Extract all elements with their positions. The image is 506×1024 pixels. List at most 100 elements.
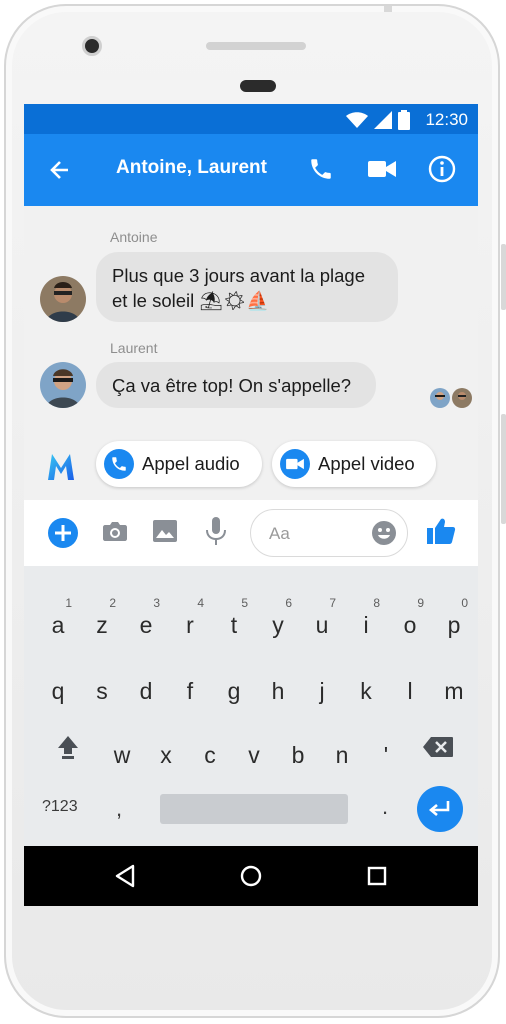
key-c[interactable]: c — [190, 730, 230, 782]
audio-call-suggestion[interactable]: Appel audio — [96, 441, 262, 487]
key-x[interactable]: x — [146, 730, 186, 782]
backspace-icon[interactable] — [422, 736, 454, 758]
key-j[interactable]: j — [302, 666, 342, 718]
chip-label: Appel video — [318, 453, 415, 474]
keyboard: 1a2z3e4r5t6y7u8i9o0p qsdfghjklm w x c v b n ' … — [24, 566, 478, 846]
key-d[interactable]: d — [126, 666, 166, 718]
key-letter: j — [319, 678, 325, 704]
composer-bar: Aa — [24, 500, 478, 566]
key-letter: u — [315, 612, 329, 638]
emoji-icon[interactable] — [371, 520, 397, 546]
enter-key[interactable] — [417, 786, 463, 832]
key-y[interactable]: 6y — [258, 596, 298, 652]
period-key[interactable]: . — [382, 794, 388, 820]
key-letter: e — [139, 612, 153, 638]
ear-piece — [240, 80, 276, 92]
emoji-beach-sun-boat: ⛱☀⛵ — [199, 290, 270, 311]
key-apostrophe[interactable]: ' — [366, 730, 406, 782]
key-letter: i — [363, 612, 369, 638]
key-i[interactable]: 8i — [346, 596, 386, 652]
key-e[interactable]: 3e — [126, 596, 166, 652]
key-b[interactable]: b — [278, 730, 318, 782]
avatar[interactable] — [40, 362, 86, 408]
nav-back-icon[interactable] — [114, 864, 136, 888]
key-m[interactable]: m — [434, 666, 474, 718]
conversation-title[interactable]: Antoine, Laurent — [116, 157, 267, 179]
key-r[interactable]: 4r — [170, 596, 210, 652]
signal-icon — [374, 111, 392, 129]
key-letter: ' — [383, 742, 389, 768]
video-call-suggestion[interactable]: Appel video — [272, 441, 436, 487]
message-line: et le soleil ⛱☀⛵ — [112, 290, 270, 311]
key-n[interactable]: n — [322, 730, 362, 782]
comma-key[interactable]: , — [116, 796, 122, 822]
status-icons — [346, 110, 410, 130]
chip-label: Appel audio — [142, 453, 240, 474]
message-bubble[interactable]: Plus que 3 jours avant la plage et le so… — [96, 252, 398, 322]
phone-call-icon[interactable] — [308, 156, 334, 182]
video-call-icon[interactable] — [368, 158, 396, 180]
back-arrow-icon[interactable] — [48, 158, 72, 182]
avatar[interactable] — [40, 276, 86, 322]
key-letter: c — [204, 742, 216, 768]
camera-icon[interactable] — [102, 519, 128, 543]
key-k[interactable]: k — [346, 666, 386, 718]
key-number-hint: 1 — [65, 596, 72, 610]
enter-icon — [428, 801, 450, 816]
key-letter: h — [271, 678, 285, 704]
shift-icon[interactable] — [56, 734, 80, 760]
m-assistant-icon[interactable] — [46, 452, 76, 482]
key-number-hint: 2 — [109, 596, 116, 610]
top-button — [384, 6, 392, 12]
key-w[interactable]: w — [102, 730, 142, 782]
key-number-hint: 7 — [329, 596, 336, 610]
status-time: 12:30 — [425, 110, 468, 129]
battery-icon — [398, 110, 410, 130]
key-z[interactable]: 2z — [82, 596, 122, 652]
key-letter: d — [139, 678, 153, 704]
key-l[interactable]: l — [390, 666, 430, 718]
message-text: Ça va être top! On s'appelle? — [112, 375, 352, 396]
key-q[interactable]: q — [38, 666, 78, 718]
key-h[interactable]: h — [258, 666, 298, 718]
message-input[interactable]: Aa — [250, 509, 408, 557]
key-t[interactable]: 5t — [214, 596, 254, 652]
system-nav-bar — [24, 846, 478, 906]
key-letter: z — [96, 612, 108, 638]
key-v[interactable]: v — [234, 730, 274, 782]
key-u[interactable]: 7u — [302, 596, 342, 652]
nav-home-icon[interactable] — [240, 865, 262, 887]
input-placeholder: Aa — [269, 524, 290, 543]
thumbs-up-icon[interactable] — [426, 516, 456, 546]
key-letter: l — [407, 678, 413, 704]
space-bar[interactable] — [160, 794, 348, 824]
key-number-hint: 8 — [373, 596, 380, 610]
seen-avatar — [452, 388, 472, 408]
nav-recent-icon[interactable] — [367, 866, 387, 886]
key-letter: s — [96, 678, 108, 704]
message-line: Plus que 3 jours avant la plage — [112, 265, 366, 286]
key-s[interactable]: s — [82, 666, 122, 718]
conversation-header: Antoine, Laurent — [24, 134, 478, 206]
key-p[interactable]: 0p — [434, 596, 474, 652]
message-bubble[interactable]: Ça va être top! On s'appelle? — [96, 362, 376, 408]
plus-button[interactable] — [48, 518, 78, 548]
front-camera — [82, 36, 102, 56]
key-letter: p — [447, 612, 461, 638]
seen-avatar — [430, 388, 450, 408]
key-g[interactable]: g — [214, 666, 254, 718]
key-letter: g — [227, 678, 241, 704]
sender-name: Laurent — [110, 340, 158, 356]
key-letter: k — [360, 678, 372, 704]
key-o[interactable]: 9o — [390, 596, 430, 652]
key-f[interactable]: f — [170, 666, 210, 718]
gallery-icon[interactable] — [152, 519, 178, 543]
phone-screen: 12:30 Antoine, Laurent Antoine Plus que … — [24, 104, 478, 906]
key-letter: b — [291, 742, 305, 768]
key-a[interactable]: 1a — [38, 596, 78, 652]
symbols-key[interactable]: ?123 — [42, 798, 78, 816]
info-icon[interactable] — [428, 155, 456, 183]
microphone-icon[interactable] — [204, 516, 228, 546]
power-button — [501, 244, 506, 310]
key-letter: y — [272, 612, 284, 638]
